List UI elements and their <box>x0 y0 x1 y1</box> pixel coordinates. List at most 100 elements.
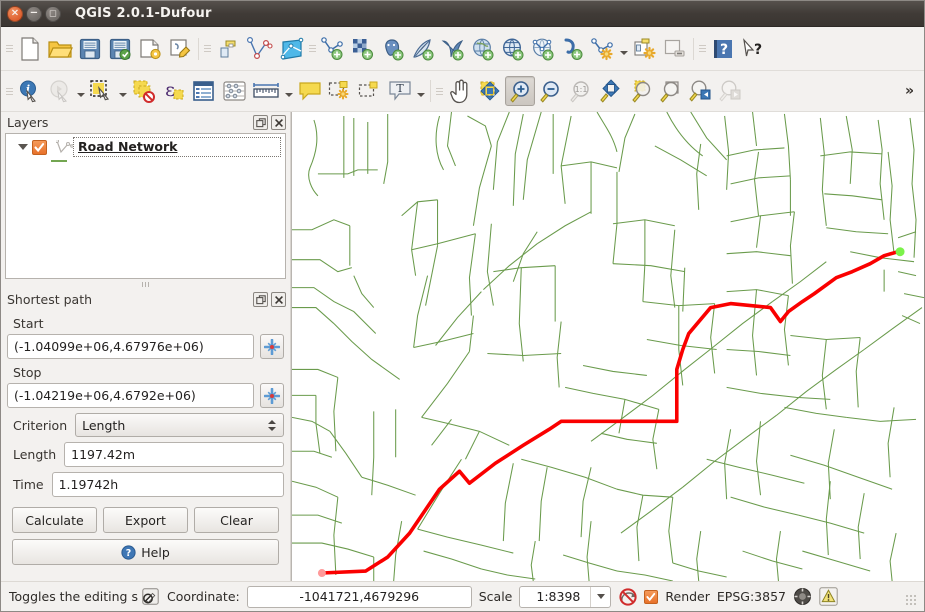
new-memory-layer-icon[interactable] <box>588 34 618 64</box>
crs-globe-icon[interactable] <box>793 587 812 606</box>
toolbar-grip[interactable] <box>699 38 706 60</box>
criterion-select[interactable]: Length <box>75 413 284 437</box>
composer-manager-icon[interactable] <box>165 34 195 64</box>
field-calculator-icon[interactable] <box>219 76 249 106</box>
export-button[interactable]: Export <box>103 507 188 533</box>
expand-triangle-icon[interactable] <box>16 144 30 150</box>
length-row: Length 1197.42m <box>7 442 284 467</box>
open-project-icon[interactable] <box>45 34 75 64</box>
time-label: Time <box>13 477 44 492</box>
chevron-down-icon[interactable] <box>283 76 295 106</box>
coordinate-label: Coordinate: <box>167 589 240 604</box>
text-annotation-icon[interactable]: T <box>385 76 415 106</box>
stop-pick-crosshair-icon[interactable] <box>260 383 284 408</box>
save-project-as-icon[interactable] <box>105 34 135 64</box>
vertex-tool-icon[interactable] <box>243 34 277 64</box>
select-features-icon[interactable] <box>87 76 117 106</box>
map-tips-icon[interactable] <box>295 76 325 106</box>
layer-name-label[interactable]: Road Network <box>73 137 281 157</box>
undock-icon[interactable] <box>253 292 268 307</box>
chevron-down-icon[interactable] <box>117 76 129 106</box>
toolbar-grip[interactable] <box>204 38 211 60</box>
add-wms-layer-icon[interactable] <box>468 34 498 64</box>
save-project-icon[interactable] <box>75 34 105 64</box>
chevron-down-icon[interactable] <box>618 34 630 64</box>
calculate-button[interactable]: Calculate <box>12 507 97 533</box>
zoom-out-icon[interactable] <box>535 76 565 106</box>
identify-features-icon[interactable]: i <box>15 76 45 106</box>
layer-styling-icon[interactable] <box>630 34 660 64</box>
close-icon[interactable] <box>271 292 286 307</box>
chevron-down-icon[interactable] <box>75 76 87 106</box>
zoom-next-icon[interactable] <box>715 76 745 106</box>
remove-layer-icon[interactable] <box>660 34 690 64</box>
whats-this-icon[interactable]: ? <box>738 34 768 64</box>
layer-item-road-network[interactable]: Road Network <box>6 136 285 158</box>
start-pick-crosshair-icon[interactable] <box>260 334 284 359</box>
maximize-window-button[interactable]: □ <box>45 6 61 22</box>
undock-icon[interactable] <box>253 115 268 130</box>
toolbar-grip[interactable] <box>309 38 316 60</box>
help-contents-icon[interactable]: ? <box>708 34 738 64</box>
chevron-down-icon[interactable] <box>590 587 610 607</box>
show-bookmarks-icon[interactable] <box>355 76 385 106</box>
new-vector-layer-icon[interactable] <box>558 34 588 64</box>
toolbar-grip[interactable] <box>436 80 443 102</box>
minimize-window-button[interactable]: − <box>26 6 42 22</box>
toggle-editing-icon[interactable] <box>141 587 160 606</box>
clear-button[interactable]: Clear <box>194 507 279 533</box>
add-spatialite-layer-icon[interactable] <box>408 34 438 64</box>
toolbar-overflow-button[interactable]: » <box>901 83 917 99</box>
start-row: (-1.04099e+06,4.67976e+06) <box>7 334 284 359</box>
map-canvas-icon[interactable] <box>277 34 307 64</box>
run-feature-action-icon[interactable] <box>45 76 75 106</box>
layer-visibility-checkbox[interactable] <box>32 140 47 155</box>
stop-input[interactable]: (-1.04219e+06,4.6792e+06) <box>7 383 254 408</box>
zoom-last-icon[interactable] <box>685 76 715 106</box>
deselect-features-icon[interactable] <box>129 76 159 106</box>
new-print-composer-icon[interactable] <box>135 34 165 64</box>
chevron-down-icon[interactable] <box>415 76 427 106</box>
pan-map-icon[interactable] <box>445 76 475 106</box>
new-project-icon[interactable] <box>15 34 45 64</box>
add-postgis-layer-icon[interactable] <box>378 34 408 64</box>
crs-label: EPSG:3857 <box>717 589 786 604</box>
toolbar-grip[interactable] <box>6 80 13 102</box>
close-icon[interactable] <box>271 115 286 130</box>
layers-panel-title: Layers <box>1 112 290 133</box>
select-by-expression-icon[interactable]: ɛ <box>159 76 189 106</box>
no-rotation-icon[interactable] <box>618 587 637 606</box>
zoom-in-icon[interactable] <box>505 76 535 106</box>
status-message-text: Toggles the editing s <box>9 589 138 604</box>
zoom-to-layer-icon[interactable] <box>655 76 685 106</box>
measure-line-icon[interactable] <box>249 76 283 106</box>
coordinate-input[interactable]: -1041721,4679296 <box>247 586 472 608</box>
help-button[interactable]: ? Help <box>12 539 279 565</box>
zoom-native-icon[interactable]: 1:1 <box>565 76 595 106</box>
layer-symbol-swatch <box>51 160 67 162</box>
add-vector-layer-icon[interactable] <box>318 34 348 64</box>
manage-layers-icon[interactable] <box>213 34 243 64</box>
map-canvas[interactable] <box>291 112 924 581</box>
open-attribute-table-icon[interactable] <box>189 76 219 106</box>
spinner-arrows-icon[interactable] <box>268 420 277 431</box>
dock-splitter[interactable] <box>1 279 290 289</box>
scale-combo[interactable]: 1:8398 <box>519 586 611 608</box>
add-raster-layer-icon[interactable] <box>348 34 378 64</box>
render-checkbox[interactable] <box>644 590 658 604</box>
pan-to-selection-icon[interactable] <box>475 76 505 106</box>
zoom-full-icon[interactable] <box>595 76 625 106</box>
warning-triangle-icon[interactable] <box>819 587 838 606</box>
layers-tree[interactable]: Road Network <box>5 133 286 279</box>
add-mssql-layer-icon[interactable] <box>438 34 468 64</box>
new-bookmark-icon[interactable] <box>325 76 355 106</box>
svg-text:1:1: 1:1 <box>574 85 587 94</box>
zoom-to-selection-icon[interactable] <box>625 76 655 106</box>
add-wcs-layer-icon[interactable] <box>498 34 528 64</box>
close-window-button[interactable]: × <box>7 6 23 22</box>
start-input[interactable]: (-1.04099e+06,4.67976e+06) <box>7 334 254 359</box>
resize-grip[interactable] <box>906 595 920 609</box>
add-wfs-layer-icon[interactable] <box>528 34 558 64</box>
minimize-icon: − <box>30 8 38 18</box>
toolbar-grip[interactable] <box>6 38 13 60</box>
